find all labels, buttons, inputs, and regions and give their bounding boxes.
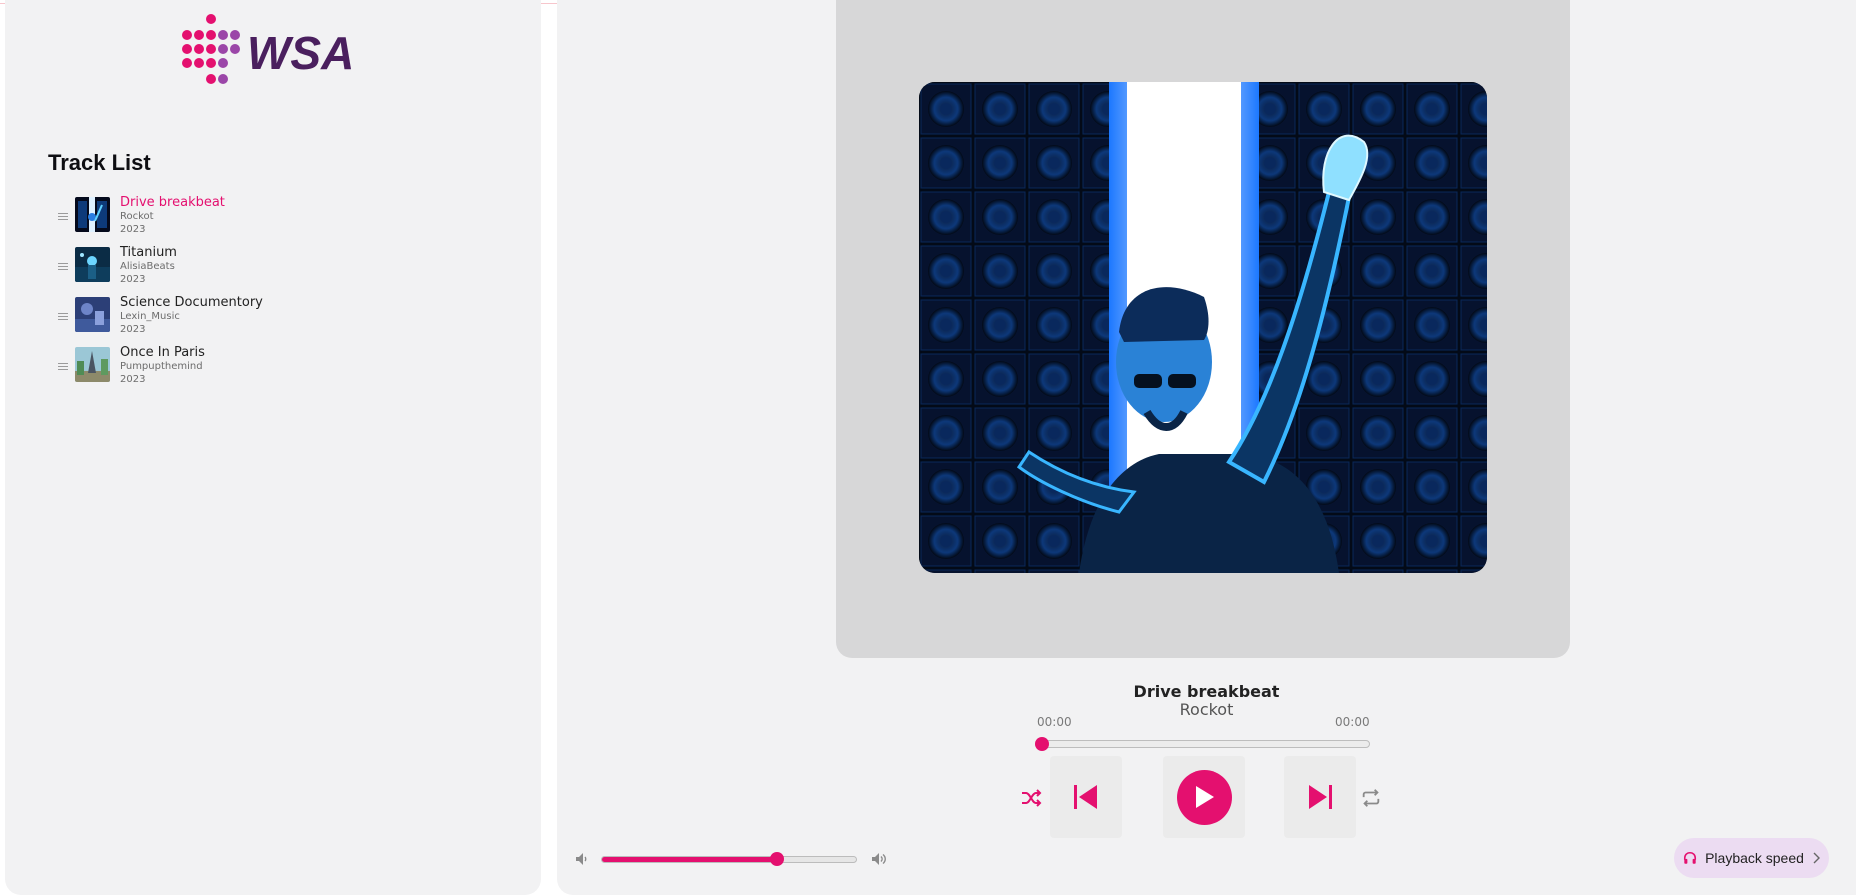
- album-cover: [919, 82, 1487, 573]
- progress-thumb[interactable]: [1035, 737, 1049, 751]
- track-year: 2023: [120, 224, 146, 235]
- playback-speed-button[interactable]: Playback speed: [1674, 838, 1829, 878]
- track-thumbnail: [75, 247, 110, 282]
- track-artist: Lexin_Music: [120, 311, 180, 322]
- track-thumbnail: [75, 297, 110, 332]
- track-item[interactable]: Drive breakbeat Rockot 2023: [55, 195, 495, 245]
- track-artist: Pumpupthemind: [120, 361, 203, 372]
- repeat-button[interactable]: [1359, 786, 1383, 810]
- previous-track-button[interactable]: [1050, 756, 1122, 838]
- shuffle-icon: [1022, 789, 1042, 807]
- now-playing-title: Drive breakbeat: [1133, 682, 1280, 701]
- play-icon: [1196, 786, 1214, 808]
- track-title: Titanium: [120, 245, 177, 260]
- sidebar: WSA Track List Drive breakbeat Rockot 20…: [5, 0, 541, 895]
- play-button[interactable]: [1176, 769, 1232, 825]
- track-year: 2023: [120, 274, 146, 285]
- track-list-title: Track List: [48, 150, 151, 175]
- track-artist: AlisiaBeats: [120, 261, 175, 272]
- player-panel: Drive breakbeat Rockot 00:00 00:00 Playb…: [557, 0, 1856, 895]
- volume-thumb[interactable]: [770, 852, 785, 866]
- now-playing-artist: Rockot: [1179, 700, 1234, 719]
- volume-high-icon[interactable]: [870, 850, 888, 868]
- track-item[interactable]: Science Documentory Lexin_Music 2023: [55, 295, 495, 345]
- track-year: 2023: [120, 374, 146, 385]
- volume-fill: [602, 857, 778, 862]
- track-item[interactable]: Once In Paris Pumpupthemind 2023: [55, 345, 495, 395]
- progress-slider[interactable]: [1035, 737, 1370, 751]
- track-title: Once In Paris: [120, 345, 205, 360]
- drag-handle-icon[interactable]: [58, 313, 68, 322]
- repeat-icon: [1362, 789, 1380, 807]
- track-thumbnail: [75, 347, 110, 382]
- total-time: 00:00: [1335, 715, 1370, 729]
- headphones-icon: [1684, 851, 1697, 864]
- chevron-right-icon: [1813, 852, 1820, 864]
- next-track-button[interactable]: [1284, 756, 1356, 838]
- current-time: 00:00: [1037, 715, 1072, 729]
- wsa-logo-text: WSA: [247, 27, 354, 79]
- play-button-area[interactable]: [1163, 756, 1245, 838]
- track-artist: Rockot: [120, 211, 154, 222]
- drag-handle-icon[interactable]: [58, 363, 68, 372]
- track-item[interactable]: Titanium AlisiaBeats 2023: [55, 245, 495, 295]
- drag-handle-icon[interactable]: [58, 213, 68, 222]
- volume-low-icon[interactable]: [574, 851, 590, 867]
- skip-previous-icon: [1074, 785, 1097, 809]
- skip-next-icon: [1309, 785, 1332, 809]
- volume-slider[interactable]: [601, 852, 857, 866]
- track-list: Drive breakbeat Rockot 2023 Titanium Ali…: [55, 195, 495, 395]
- track-title: Drive breakbeat: [120, 195, 225, 210]
- track-title: Science Documentory: [120, 295, 263, 310]
- wsa-logo: WSA: [182, 14, 354, 84]
- album-art-frame: [836, 0, 1570, 658]
- drag-handle-icon[interactable]: [58, 263, 68, 272]
- track-year: 2023: [120, 324, 146, 335]
- playback-speed-label: Playback speed: [1705, 850, 1804, 866]
- track-thumbnail: [75, 197, 110, 232]
- shuffle-button[interactable]: [1019, 786, 1043, 810]
